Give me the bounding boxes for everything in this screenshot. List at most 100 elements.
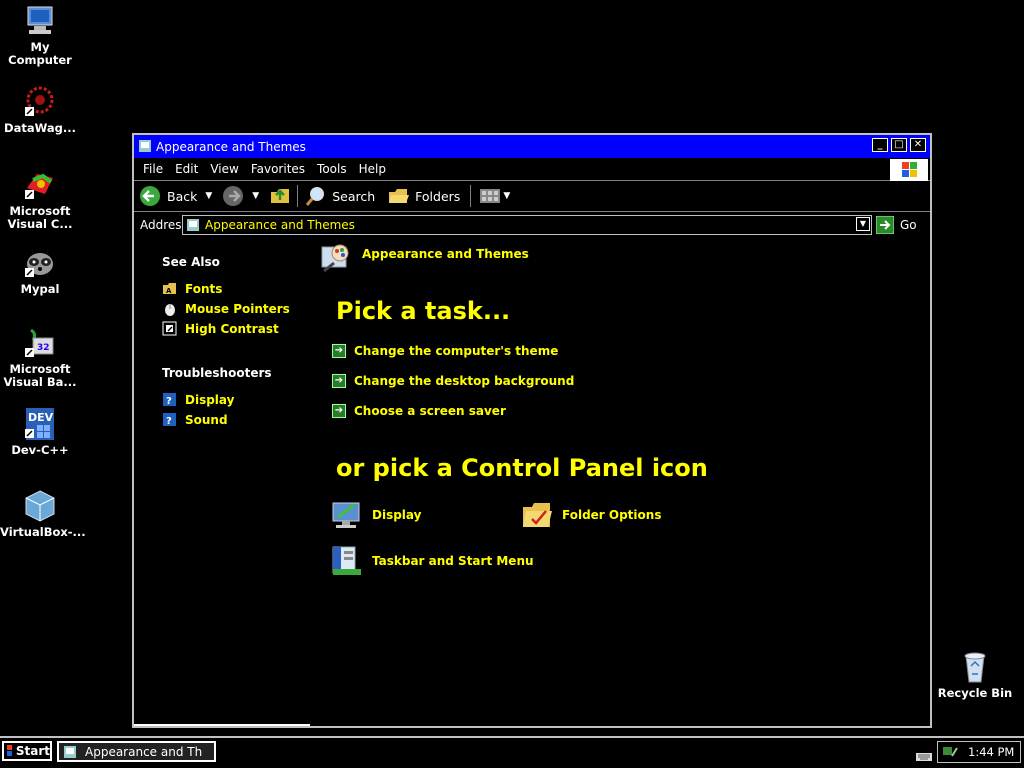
address-label: Address — [140, 218, 188, 232]
task-arrow-icon: ➔ — [332, 404, 346, 418]
folders-button[interactable]: Folders — [387, 185, 460, 207]
cp-icon-taskbar-start-menu[interactable]: Taskbar and Start Menu — [330, 545, 534, 577]
task-arrow-icon: ➔ — [332, 374, 346, 388]
address-value: Appearance and Themes — [205, 218, 355, 232]
display-icon — [332, 502, 360, 528]
pick-icon-heading: or pick a Control Panel icon — [336, 454, 708, 482]
appearance-themes-icon — [320, 241, 354, 277]
desktop-icon-label: Dev-C++ — [11, 443, 69, 457]
menu-edit[interactable]: Edit — [175, 162, 198, 176]
datawag-icon — [23, 85, 57, 119]
mypal-icon — [23, 246, 57, 280]
windows-logo-icon — [7, 745, 12, 756]
troubleshooter-display[interactable]: ? Display — [162, 392, 234, 407]
my-computer-icon — [23, 4, 57, 38]
go-arrow-icon — [876, 216, 894, 234]
taskbar-start-menu-icon — [332, 546, 361, 575]
system-tray: 1:44 PM — [937, 741, 1021, 763]
network-icon[interactable] — [942, 744, 958, 760]
title-bar[interactable]: Appearance and Themes _ □ ✕ — [134, 135, 930, 158]
go-button[interactable]: Go — [876, 216, 917, 234]
back-arrow-icon — [140, 186, 160, 206]
maximize-button[interactable]: □ — [891, 138, 907, 152]
search-icon — [306, 187, 325, 206]
svg-text:32: 32 — [37, 343, 50, 353]
svg-text:A: A — [166, 287, 172, 295]
toolbar: Back ▼ ▼ Search Folders ▼ — [134, 181, 930, 212]
control-panel-icon — [138, 139, 152, 153]
desktop-icon-dev-cpp[interactable]: DEV Dev-C++ — [0, 407, 80, 457]
category-title: Appearance and Themes — [362, 247, 529, 261]
task-change-theme[interactable]: ➔ Change the computer's theme — [332, 344, 558, 358]
desktop-icon-my-computer[interactable]: My Computer — [0, 4, 80, 67]
see-also-high-contrast[interactable]: High Contrast — [162, 321, 279, 336]
close-button[interactable]: ✕ — [910, 138, 926, 152]
task-change-background[interactable]: ➔ Change the desktop background — [332, 374, 574, 388]
explorer-window: Appearance and Themes _ □ ✕ File Edit Vi… — [132, 133, 932, 728]
window-title: Appearance and Themes — [156, 139, 306, 154]
menu-favorites[interactable]: Favorites — [251, 162, 305, 176]
cp-icon-display[interactable]: Display — [330, 499, 421, 531]
back-button[interactable]: Back ▼ — [139, 185, 212, 207]
visual-basic-icon: 32 — [23, 326, 57, 360]
address-dropdown-button[interactable]: ▼ — [856, 217, 870, 231]
toolbar-separator — [297, 185, 299, 207]
svg-text:?: ? — [166, 396, 172, 407]
address-input[interactable]: Appearance and Themes ▼ — [182, 215, 872, 235]
forward-button[interactable]: ▼ — [222, 185, 259, 207]
menu-bar: File Edit View Favorites Tools Help — [134, 158, 930, 181]
search-button[interactable]: Search — [304, 185, 375, 207]
toolbar-separator — [470, 185, 472, 207]
desktop-icon-label: Recycle Bin — [937, 686, 1013, 700]
menu-file[interactable]: File — [143, 162, 163, 176]
forward-arrow-icon — [223, 186, 244, 206]
chevron-down-icon[interactable]: ▼ — [252, 191, 259, 201]
control-panel-icon — [187, 219, 199, 231]
desktop-icon-visual-basic[interactable]: 32 Microsoft Visual Ba... — [0, 326, 80, 389]
views-button[interactable]: ▼ — [479, 187, 510, 205]
chevron-down-icon[interactable]: ▼ — [205, 191, 212, 201]
troubleshooter-sound[interactable]: ? Sound — [162, 412, 228, 427]
keyboard-icon[interactable] — [916, 747, 932, 766]
see-also-heading: See Also — [162, 255, 220, 269]
see-also-mouse-pointers[interactable]: Mouse Pointers — [162, 301, 290, 316]
menu-tools[interactable]: Tools — [317, 162, 347, 176]
virtualbox-icon — [23, 489, 57, 523]
desktop-icon-label: DataWag... — [4, 121, 76, 135]
desktop-icon-label: My Computer — [8, 40, 72, 67]
task-choose-screen-saver[interactable]: ➔ Choose a screen saver — [332, 404, 506, 418]
high-contrast-icon — [162, 321, 177, 336]
up-folder-icon — [271, 188, 290, 203]
folders-icon — [389, 189, 410, 203]
desktop-icon-mypal[interactable]: Mypal — [0, 246, 80, 296]
left-task-pane: See Also A Fonts Mouse Pointers High Con… — [134, 239, 310, 726]
clock[interactable]: 1:44 PM — [968, 745, 1014, 759]
desktop-icon-recycle-bin[interactable]: Recycle Bin — [935, 650, 1015, 700]
menu-help[interactable]: Help — [359, 162, 386, 176]
up-folder-button[interactable] — [269, 184, 291, 209]
desktop-icon-virtualbox[interactable]: VirtualBox-... — [0, 489, 86, 539]
see-also-fonts[interactable]: A Fonts — [162, 281, 222, 296]
minimize-button[interactable]: _ — [872, 138, 888, 152]
taskbar-item-appearance-themes[interactable]: Appearance and Th — [57, 741, 216, 762]
desktop-icon-label: Microsoft Visual Ba... — [3, 362, 77, 389]
desktop-icon-visual-c[interactable]: Microsoft Visual C... — [0, 168, 80, 231]
desktop-icon-datawag[interactable]: DataWag... — [0, 85, 80, 135]
taskbar: Start Appearance and Th 1:44 PM — [0, 736, 1024, 768]
views-icon — [480, 189, 501, 203]
help-icon: ? — [163, 413, 176, 427]
control-panel-icon — [64, 745, 76, 758]
visual-c-icon — [23, 168, 57, 202]
start-button[interactable]: Start — [2, 741, 52, 761]
pick-task-heading: Pick a task... — [336, 297, 511, 325]
desktop-icon-label: VirtualBox-... — [0, 525, 86, 539]
windows-logo-icon — [890, 159, 928, 181]
address-bar: Address Appearance and Themes ▼ Go — [134, 213, 930, 237]
menu-view[interactable]: View — [210, 162, 238, 176]
desktop-icon-label: Microsoft Visual C... — [7, 204, 73, 231]
troubleshooters-heading: Troubleshooters — [162, 366, 272, 380]
chevron-down-icon: ▼ — [503, 191, 511, 201]
cp-icon-folder-options[interactable]: Folder Options — [520, 499, 661, 531]
dev-cpp-icon: DEV — [23, 407, 57, 441]
fonts-folder-icon: A — [163, 283, 176, 295]
